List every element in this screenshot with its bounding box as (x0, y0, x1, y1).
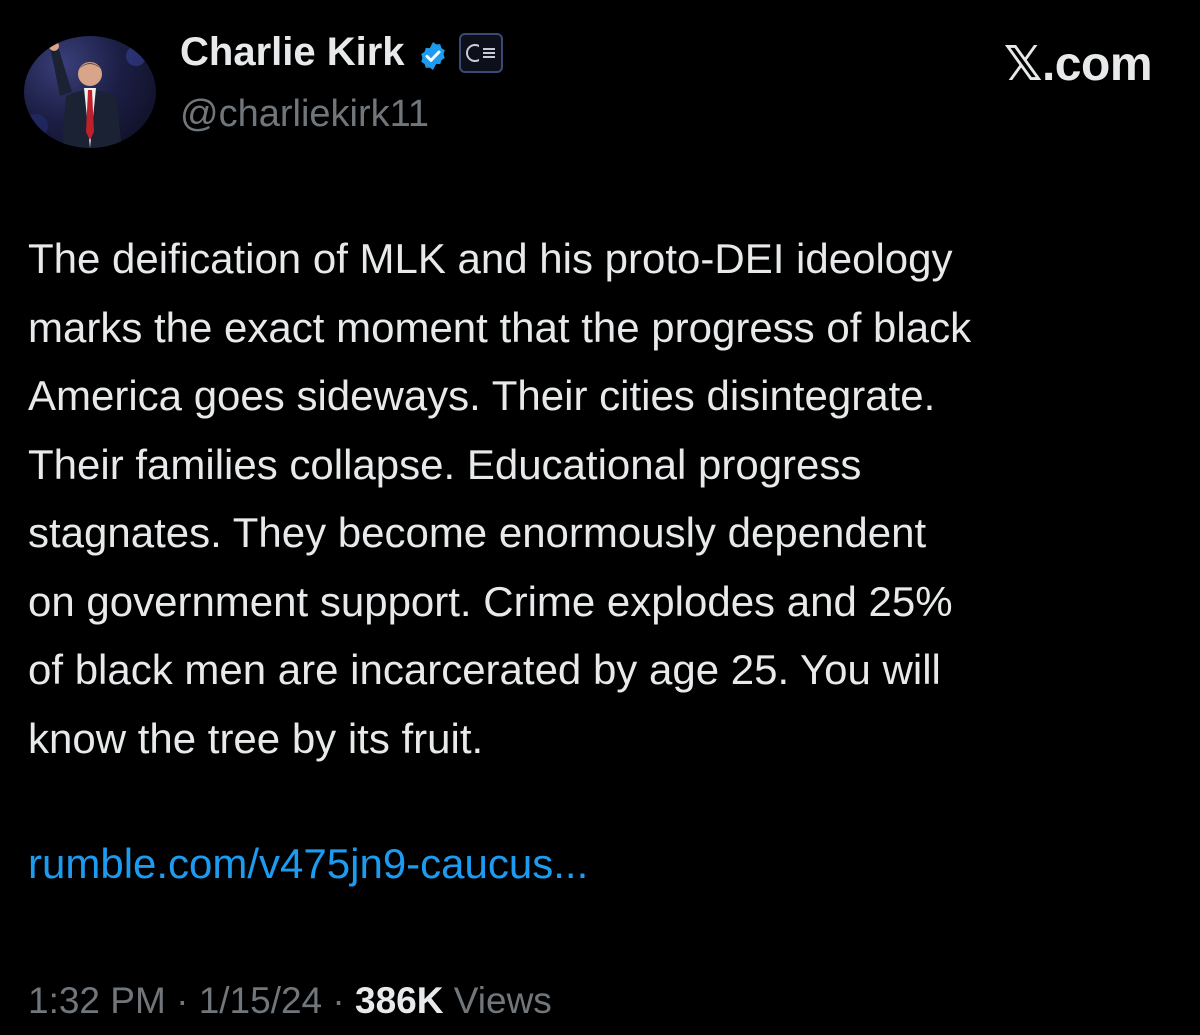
post-time[interactable]: 1:32 PM (28, 980, 166, 1021)
post-text: The deification of MLK and his proto-DEI… (28, 225, 1178, 773)
views-count[interactable]: 386K (355, 980, 443, 1021)
post-text-line: America goes sideways. Their cities disi… (28, 372, 936, 419)
display-name-row[interactable]: Charlie Kirk (180, 30, 503, 75)
verified-badge-icon[interactable] (417, 37, 449, 70)
organization-badge-icon[interactable] (458, 32, 503, 73)
meta-separator: · (322, 980, 356, 1021)
profile-photo (24, 41, 146, 148)
site-watermark: 𝕏.com (1003, 38, 1153, 91)
avatar[interactable] (24, 36, 156, 148)
post-text-line: Their families collapse. Educational pro… (28, 440, 862, 488)
post-text-line: know the tree by its fruit. (28, 714, 484, 762)
post-text-line: stagnates. They become enormously depend… (28, 509, 927, 556)
post-text-line: on government support. Crime explodes an… (28, 577, 953, 625)
post-metadata: 1:32 PM · 1/15/24 · 386K Views (28, 980, 552, 1022)
post-text-line: The deification of MLK and his proto-DEI… (28, 235, 953, 282)
views-label: Views (443, 980, 552, 1021)
post-link[interactable]: rumble.com/v475jn9-caucus... (28, 840, 588, 888)
display-name[interactable]: Charlie Kirk (180, 30, 405, 75)
post-text-line: marks the exact moment that the progress… (28, 303, 972, 351)
meta-separator: · (165, 980, 199, 1021)
post-text-line: of black men are incarcerated by age 25.… (28, 646, 941, 693)
handle[interactable]: @charliekirk11 (180, 93, 429, 136)
post-date[interactable]: 1/15/24 (199, 980, 322, 1021)
